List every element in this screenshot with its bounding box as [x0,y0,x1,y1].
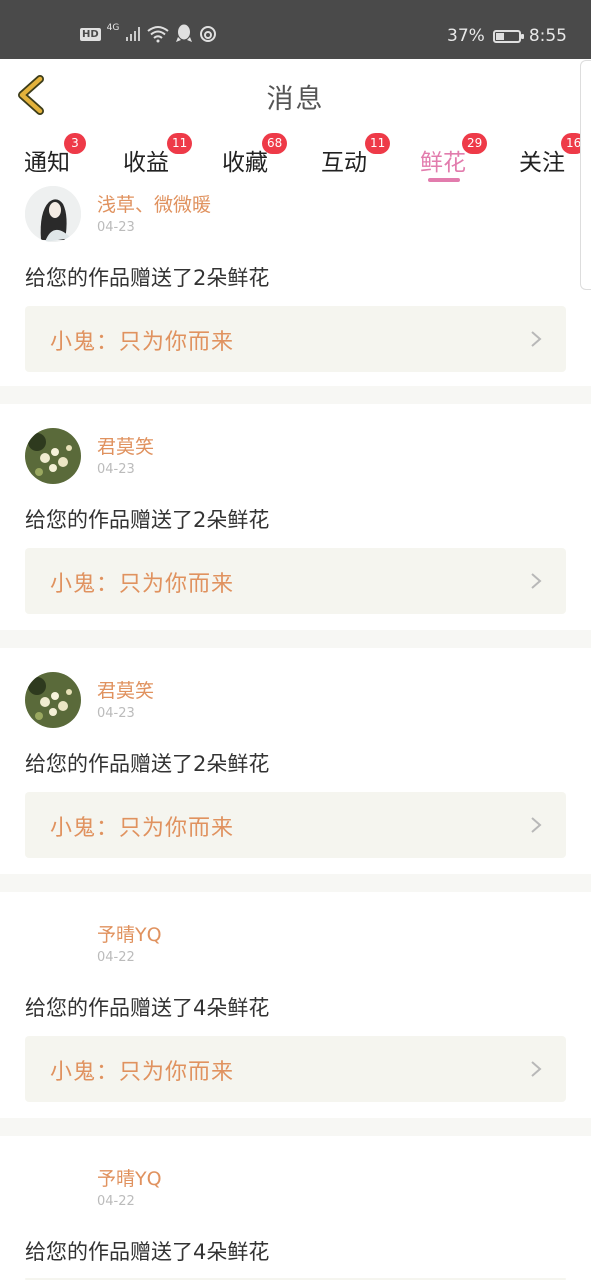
list-item: 浅草、微微暖 04-23 给您的作品赠送了2朵鲜花 小鬼：只为你而来 [0,186,591,386]
tab-favorites[interactable]: 收藏 68 [222,133,288,177]
app-header: 消息 [0,59,591,132]
signal-icon [126,27,141,41]
clock: 8:55 [528,26,567,46]
battery-icon [492,29,524,43]
divider [0,874,591,892]
tab-label: 关注 [519,150,565,176]
divider [0,386,591,404]
message-text: 给您的作品赠送了2朵鲜花 [25,508,270,532]
tab-follows[interactable]: 关注 16 [519,133,587,177]
message-date: 04-23 [97,462,135,477]
message-text: 给您的作品赠送了4朵鲜花 [25,996,270,1020]
category-tabs: 通知 3 收益 11 收藏 68 互动 11 鲜花 29 关注 16 [0,131,591,186]
work-link[interactable]: 小鬼：只为你而来 [25,1036,566,1102]
avatar[interactable] [25,916,81,972]
message-text: 给您的作品赠送了4朵鲜花 [25,1240,270,1264]
divider [0,1118,591,1136]
unread-badge: 29 [462,133,488,154]
work-link[interactable]: 小鬼：只为你而来 [25,306,566,372]
tab-earnings[interactable]: 收益 11 [123,133,193,177]
tab-label: 互动 [321,150,367,176]
qq-icon [176,24,193,42]
avatar-flowers-image [25,428,81,484]
page-title: 消息 [266,84,325,115]
message-date: 04-22 [97,1194,135,1209]
chevron-right-icon [531,1061,542,1077]
work-link[interactable]: 小鬼：只为你而来 [25,548,566,614]
avatar[interactable] [25,1160,81,1216]
message-text: 给您的作品赠送了2朵鲜花 [25,266,270,290]
avatar-girl-image [25,186,81,242]
avatar[interactable] [25,428,81,484]
hd-badge: HD [80,27,101,41]
netease-music-icon [200,26,217,42]
tab-interactions[interactable]: 互动 11 [321,133,391,177]
chevron-right-icon [531,573,542,589]
message-date: 04-22 [97,950,135,965]
chevron-right-icon [531,331,542,347]
side-drawer-edge[interactable] [580,60,591,290]
tab-label: 鲜花 [420,150,466,176]
work-title: 小鬼：只为你而来 [50,1060,235,1085]
avatar-flowers-image [25,672,81,728]
tab-label: 收藏 [222,150,268,176]
work-title: 小鬼：只为你而来 [50,330,235,355]
tab-label: 收益 [123,150,169,176]
work-title: 小鬼：只为你而来 [50,572,235,597]
work-title: 小鬼：只为你而来 [50,816,235,841]
unread-badge: 11 [365,133,391,154]
network-type: 4G [106,23,120,33]
tab-notice[interactable]: 通知 3 [24,133,86,177]
list-item: 君莫笑 04-23 给您的作品赠送了2朵鲜花 小鬼：只为你而来 [0,404,591,630]
user-name[interactable]: 浅草、微微暖 [97,190,211,217]
user-name[interactable]: 君莫笑 [97,432,154,459]
unread-badge: 68 [262,133,288,154]
list-item: 君莫笑 04-23 给您的作品赠送了2朵鲜花 小鬼：只为你而来 [0,648,591,874]
divider [0,630,591,648]
unread-badge: 3 [64,133,86,154]
list-item: 予晴YQ 04-22 给您的作品赠送了4朵鲜花 小鬼：只为你而来 [0,892,591,1118]
user-name[interactable]: 君莫笑 [97,676,154,703]
tab-label: 通知 [24,150,70,176]
chevron-right-icon [531,817,542,833]
active-tab-indicator [428,178,460,182]
list-item: 予晴YQ 04-22 给您的作品赠送了4朵鲜花 [0,1136,591,1280]
message-date: 04-23 [97,706,135,721]
tab-flowers[interactable]: 鲜花 29 [420,133,488,177]
status-bar: HD 4G 37% 8:55 [0,0,591,59]
avatar[interactable] [25,186,81,242]
battery-percent: 37% [447,26,485,46]
message-text: 给您的作品赠送了2朵鲜花 [25,752,270,776]
message-date: 04-23 [97,220,135,235]
user-name[interactable]: 予晴YQ [97,1164,162,1191]
avatar[interactable] [25,672,81,728]
work-link[interactable]: 小鬼：只为你而来 [25,792,566,858]
wifi-icon [147,26,169,43]
user-name[interactable]: 予晴YQ [97,920,162,947]
unread-badge: 11 [167,133,193,154]
